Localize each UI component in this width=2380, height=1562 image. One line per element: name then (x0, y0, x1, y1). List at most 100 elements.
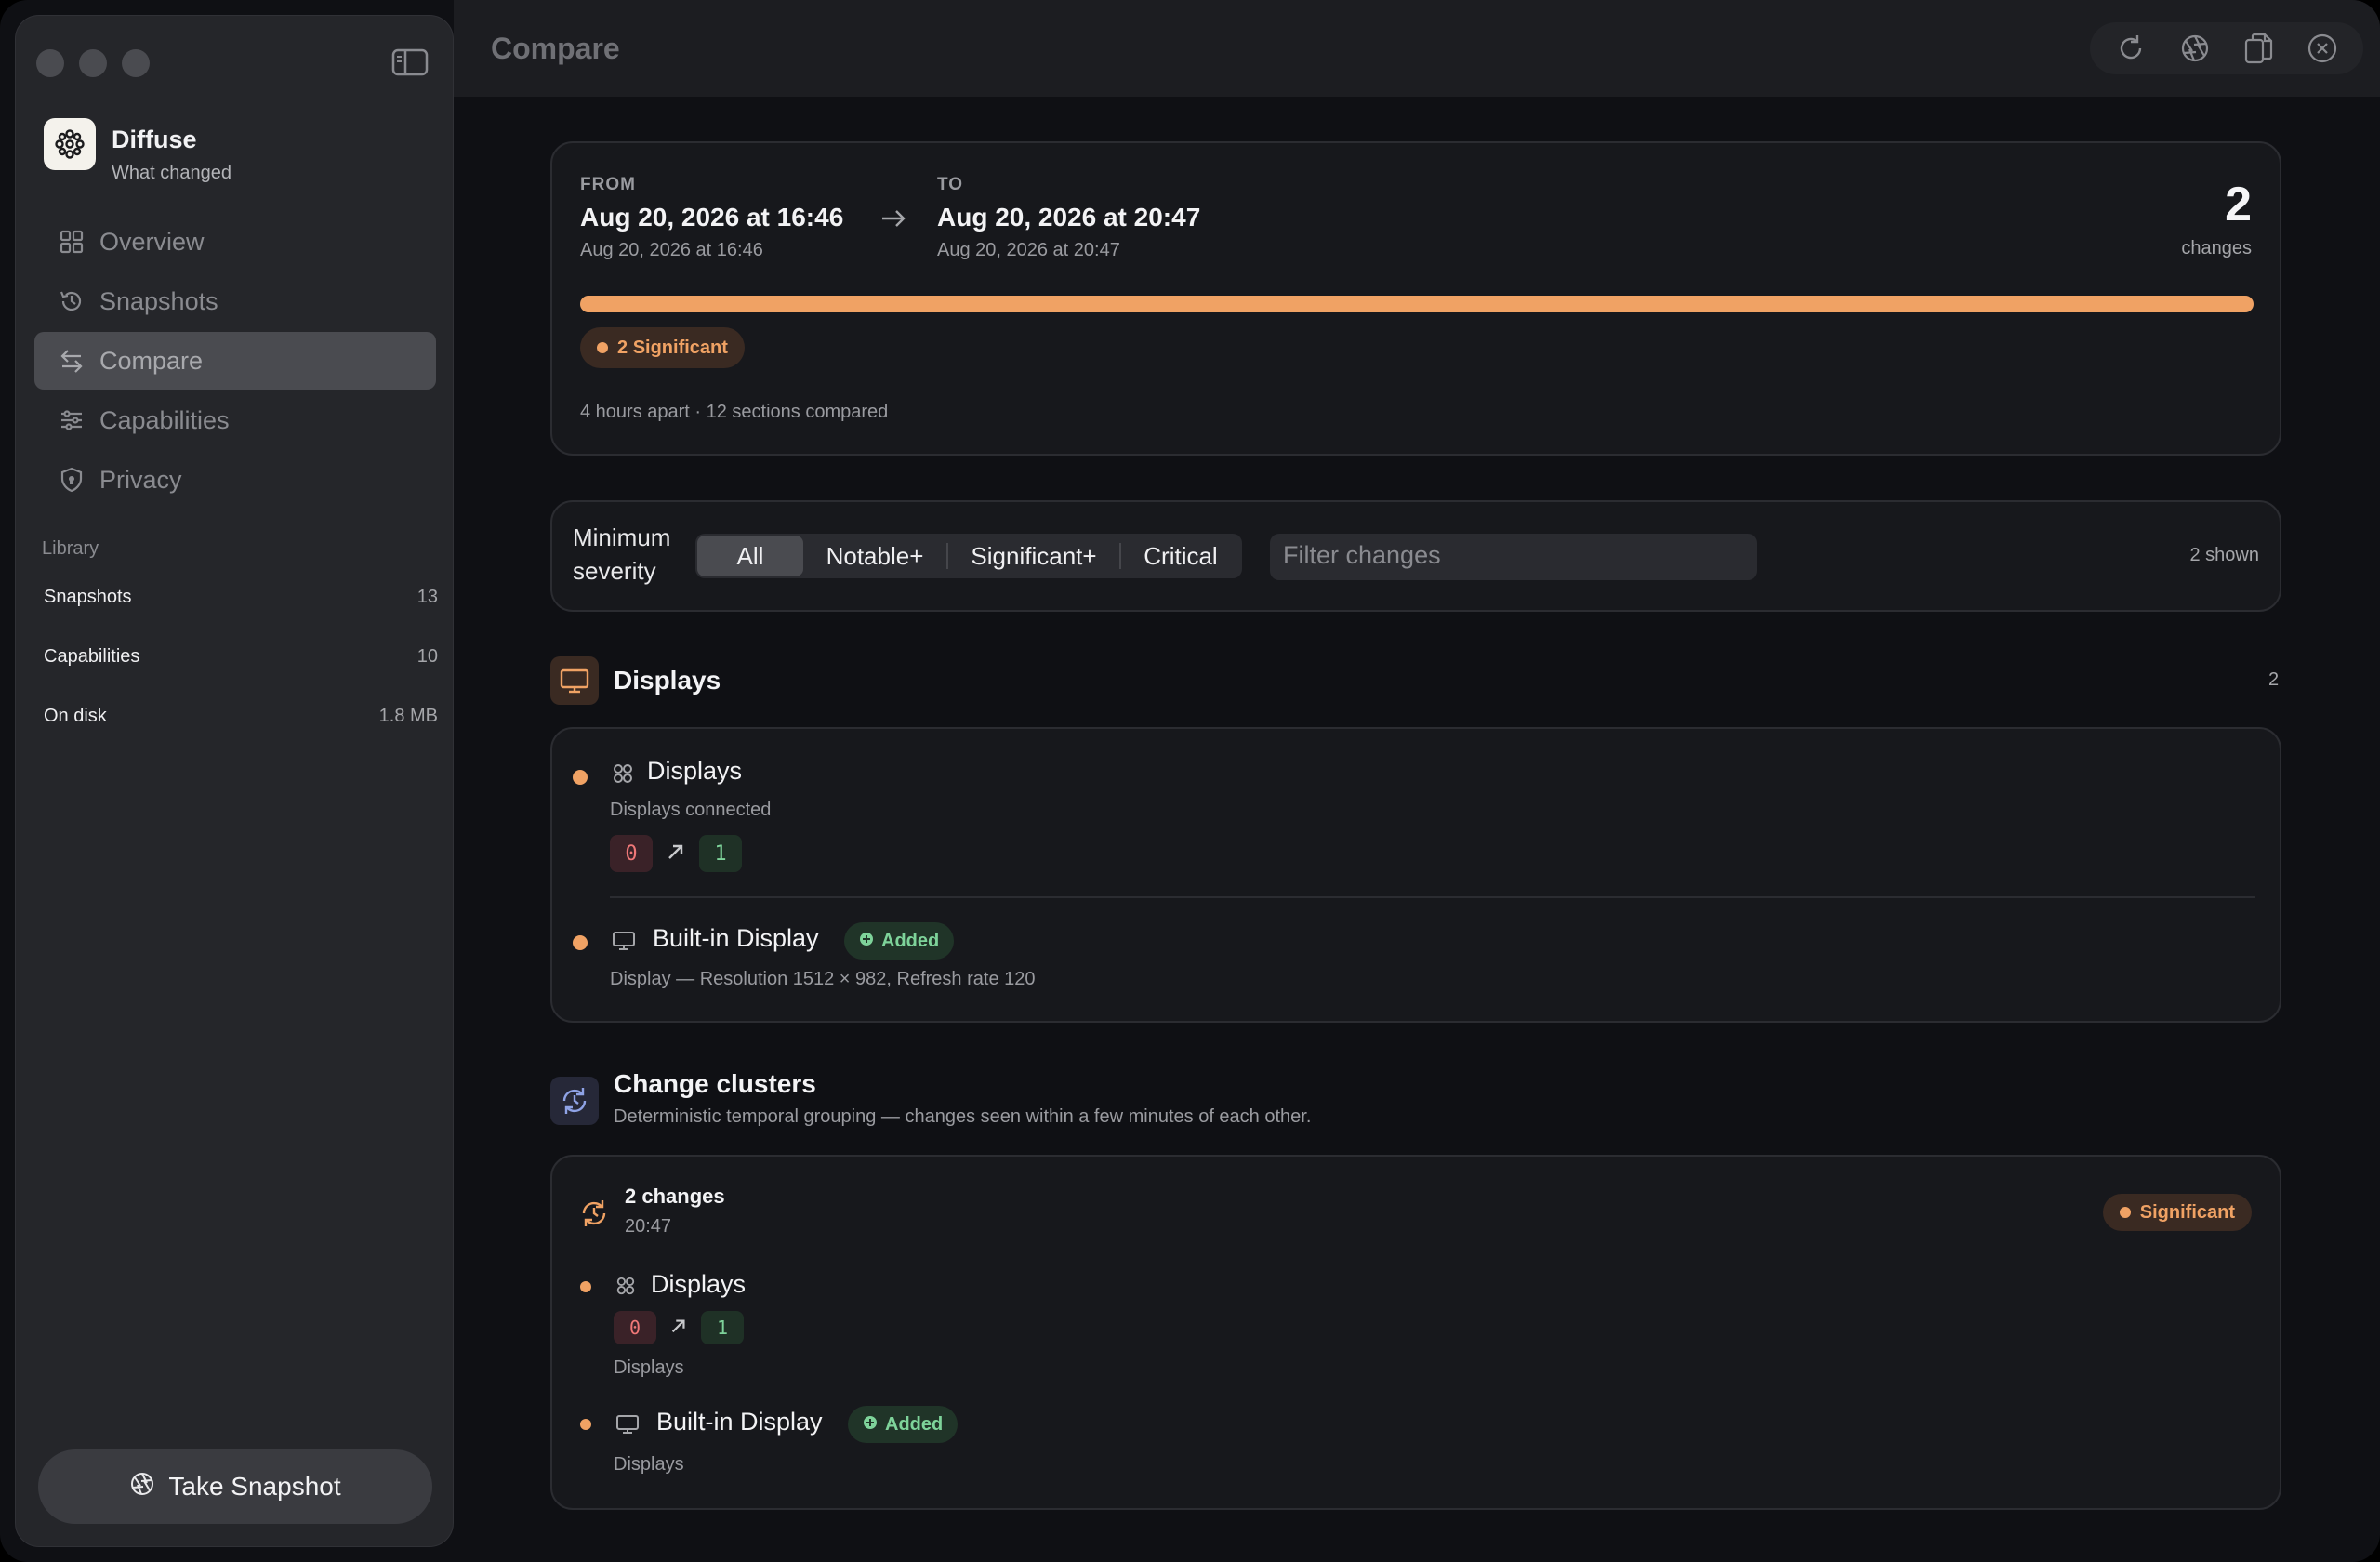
change-description: Displays connected (610, 800, 772, 820)
cluster-item-caption: Displays (614, 1357, 684, 1378)
shown-count: 2 shown (2189, 545, 2260, 565)
copy-icon[interactable] (2235, 25, 2281, 72)
added-badge: Added (848, 1406, 959, 1443)
zoom-window-button[interactable] (122, 49, 150, 77)
cluster-clock-icon (578, 1198, 610, 1234)
displays-changes-card: Displays Displays connected 0 1 Built-in… (550, 727, 2281, 1023)
library-value: 13 (416, 586, 438, 607)
severity-label-line: severity (573, 557, 656, 585)
monitor-icon (612, 930, 636, 957)
significant-dot (2119, 1207, 2131, 1218)
library-value: 10 (416, 645, 438, 667)
history-icon (53, 288, 90, 314)
cluster-item-title: Displays (651, 1270, 747, 1298)
app-subtitle: What changed (112, 163, 231, 183)
cluster-time: 20:47 (625, 1216, 672, 1237)
severity-progress-fill (580, 296, 2254, 312)
close-icon[interactable] (2299, 25, 2346, 72)
severity-option-all[interactable]: All (697, 536, 803, 576)
severity-option-critical[interactable]: Critical (1121, 536, 1240, 576)
added-label: Added (881, 930, 940, 951)
severity-label-line: Minimum (573, 523, 671, 551)
severity-progress-track (580, 296, 2254, 312)
library-heading: Library (42, 538, 99, 559)
from-label: FROM (580, 175, 636, 194)
cluster-item-title: Built-in Display (656, 1408, 823, 1436)
severity-option-significant[interactable]: Significant+ (948, 536, 1119, 576)
displays-section-count: 2 (2268, 669, 2280, 690)
changes-count: 2 (2225, 178, 2252, 232)
refresh-icon[interactable] (2108, 25, 2154, 72)
severity-label: Minimum severity (573, 521, 670, 588)
change-title: Displays (647, 757, 743, 785)
close-window-button[interactable] (36, 49, 64, 77)
display-section-icon (550, 656, 599, 705)
sidebar-item-label: Compare (99, 346, 204, 375)
severity-dot (580, 1281, 591, 1292)
old-value: 0 (614, 1311, 656, 1344)
library-label: On disk (44, 705, 107, 726)
library-row-on-disk: On disk 1.8 MB (44, 702, 438, 730)
clusters-section-subtitle: Deterministic temporal grouping — change… (614, 1106, 1312, 1127)
arrow-right-icon (879, 205, 907, 237)
aperture-icon (129, 1471, 155, 1503)
significant-badge[interactable]: 2 Significant (580, 327, 745, 368)
shield-icon (53, 467, 90, 493)
app-name: Diffuse (112, 126, 197, 153)
page-title: Compare (491, 32, 620, 65)
toolbar-actions (2090, 22, 2363, 74)
cluster-severity-label: Significant (2139, 1201, 2235, 1223)
app-logo-icon (44, 118, 96, 170)
from-date: Aug 20, 2026 at 16:46 (580, 203, 844, 232)
added-badge: Added (844, 922, 955, 960)
severity-dot (573, 770, 588, 785)
plus-circle-icon (863, 1414, 878, 1436)
sliders-icon (53, 407, 90, 433)
arrow-up-right-icon (666, 841, 686, 867)
library-label: Capabilities (44, 645, 140, 667)
sidebar-item-overview[interactable]: Overview (34, 213, 436, 271)
sidebar-item-label: Snapshots (99, 286, 218, 315)
severity-dot (580, 1419, 591, 1430)
cluster-severity-badge: Significant (2102, 1194, 2252, 1231)
arrow-up-right-icon (669, 1317, 688, 1340)
value-diff: 0 1 (610, 835, 742, 872)
cluster-item-caption: Displays (614, 1454, 684, 1475)
clusters-section-icon (550, 1077, 599, 1125)
capability-group-icon (615, 1276, 636, 1301)
change-title: Built-in Display (653, 924, 819, 952)
sidebar-toggle-icon[interactable] (391, 47, 429, 77)
new-value: 1 (699, 835, 742, 872)
plus-circle-icon (859, 931, 874, 952)
capability-group-icon (612, 762, 634, 789)
to-subdate: Aug 20, 2026 at 20:47 (937, 240, 1120, 260)
displays-section-title: Displays (614, 666, 721, 695)
sidebar-item-privacy[interactable]: Privacy (34, 451, 436, 509)
old-value: 0 (610, 835, 653, 872)
severity-option-notable[interactable]: Notable+ (803, 536, 946, 576)
cluster-count: 2 changes (625, 1185, 725, 1208)
sidebar-item-snapshots[interactable]: Snapshots (34, 272, 436, 330)
clusters-section-title: Change clusters (614, 1069, 816, 1098)
monitor-icon (615, 1413, 640, 1440)
to-date: Aug 20, 2026 at 20:47 (937, 203, 1201, 232)
to-label: TO (937, 175, 964, 194)
sidebar-item-label: Overview (99, 227, 205, 256)
take-snapshot-button[interactable]: Take Snapshot (38, 1449, 432, 1524)
significant-dot (597, 342, 608, 353)
from-subdate: Aug 20, 2026 at 16:46 (580, 240, 763, 260)
sidebar-item-capabilities[interactable]: Capabilities (34, 391, 436, 449)
library-row-snapshots: Snapshots 13 (44, 583, 438, 611)
sidebar-item-label: Capabilities (99, 405, 230, 434)
severity-segmented-control: All Notable+ Significant+ Critical (695, 534, 1242, 578)
significant-count: 2 (617, 337, 628, 358)
change-description: Display — Resolution 1512 × 982, Refresh… (610, 969, 1036, 989)
filter-changes-input[interactable]: Filter changes (1270, 534, 1757, 580)
added-label: Added (885, 1413, 944, 1435)
grid-icon (53, 230, 90, 254)
sidebar-item-compare[interactable]: Compare (34, 332, 436, 390)
aperture-icon[interactable] (2172, 25, 2218, 72)
value-diff: 0 1 (614, 1311, 744, 1344)
sidebar-item-label: Privacy (99, 465, 182, 494)
minimize-window-button[interactable] (79, 49, 107, 77)
